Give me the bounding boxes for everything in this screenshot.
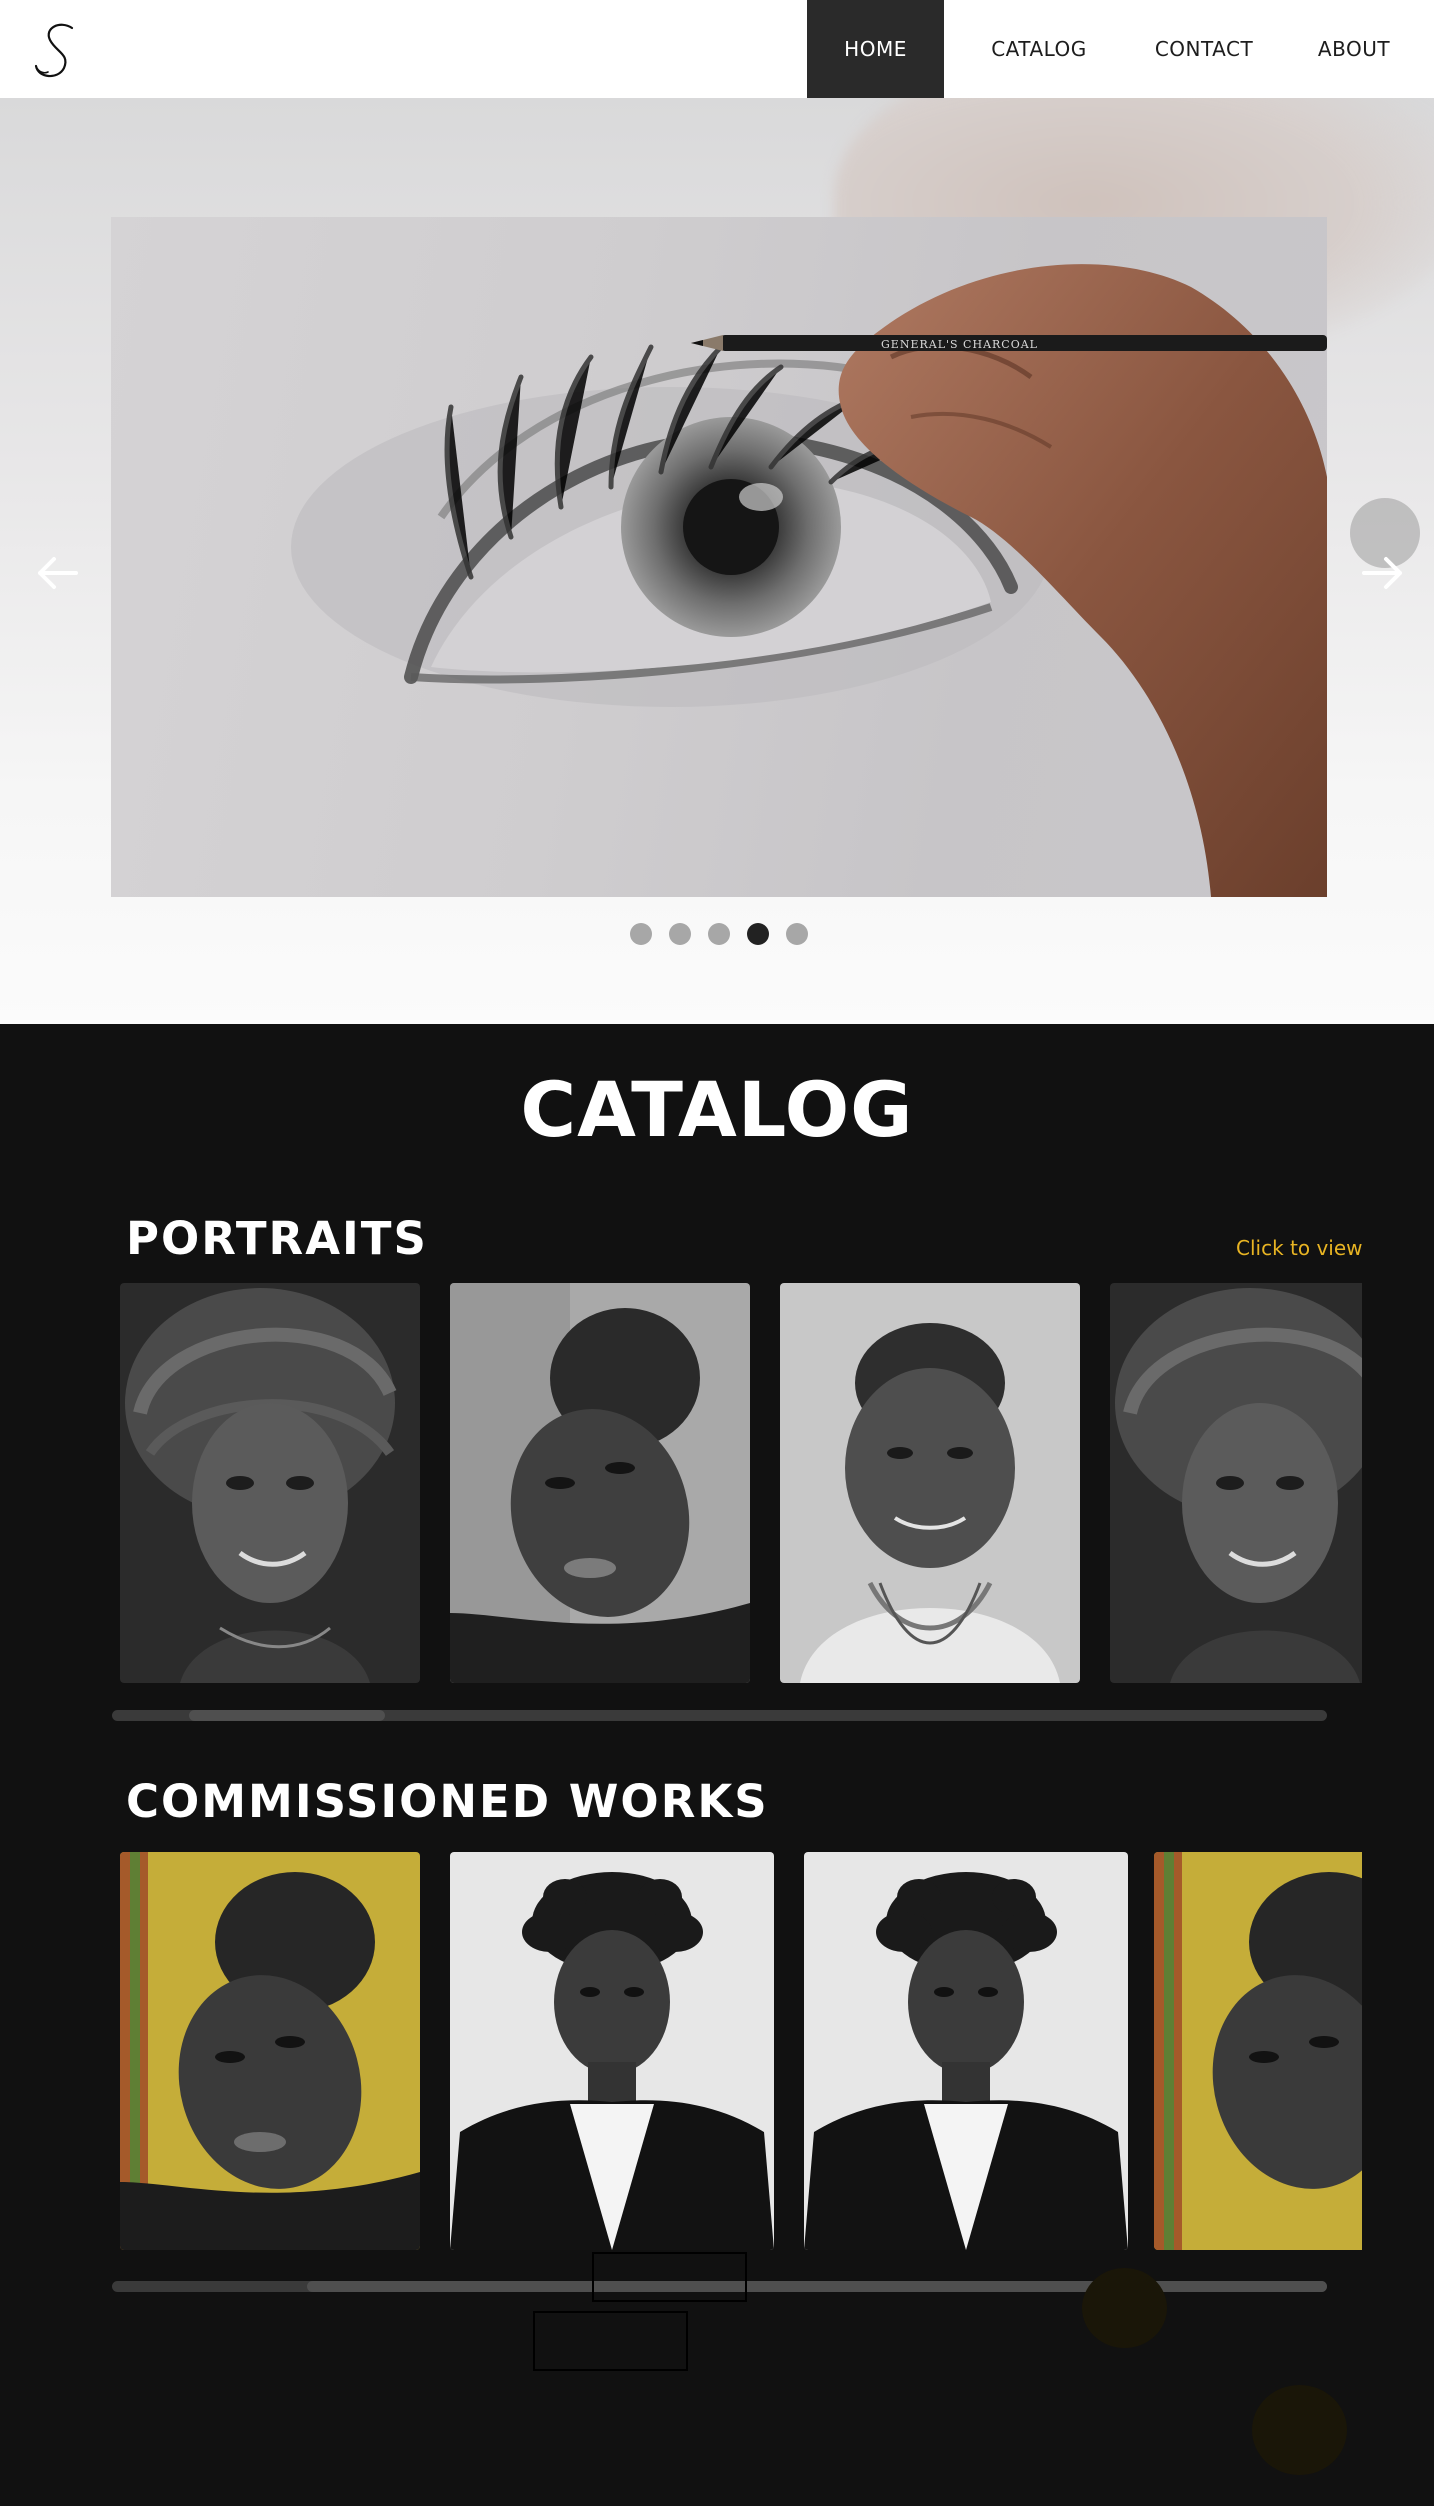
carousel-next-button[interactable] (1348, 498, 1420, 608)
eye-drawing-illustration: GENERAL'S CHARCOAL (291, 264, 1327, 897)
carousel-dot-3[interactable] (708, 923, 730, 945)
pencil-brand-text: GENERAL'S CHARCOAL (881, 338, 1038, 351)
commission-card[interactable] (120, 1852, 420, 2250)
portraits-scrollbar[interactable] (112, 1710, 1327, 1721)
portrait-updo-woman-image (450, 1283, 750, 1683)
carousel-pagination (630, 923, 808, 945)
commission-man-dreadlocks-image (804, 1852, 1128, 2250)
nav-home[interactable]: HOME (807, 0, 944, 98)
portraits-gallery (120, 1283, 1362, 1683)
portrait-card[interactable] (120, 1283, 420, 1683)
commission-color-woman-image (120, 1852, 420, 2250)
portrait-card[interactable] (780, 1283, 1080, 1683)
portrait-headwrap-woman-image (1110, 1283, 1362, 1683)
decorative-outline-box (533, 2311, 688, 2371)
carousel-dot-5[interactable] (786, 923, 808, 945)
portrait-card[interactable] (450, 1283, 750, 1683)
site-header: HOME CATALOG CONTACT ABOUT (0, 0, 1434, 98)
carousel-dot-4[interactable] (747, 923, 769, 945)
decorative-outline-box (592, 2252, 747, 2302)
hero-slide-image: GENERAL'S CHARCOAL (111, 217, 1327, 897)
hero-carousel: GENERAL'S CHARCOAL (0, 98, 1434, 1024)
decorative-blob (1252, 2385, 1347, 2475)
click-to-view-link[interactable]: Click to view (1236, 1236, 1363, 1260)
portrait-card[interactable] (1110, 1283, 1362, 1683)
commissioned-works-heading: COMMISSIONED WORKS (126, 1775, 769, 1828)
carousel-dot-2[interactable] (669, 923, 691, 945)
portraits-heading: PORTRAITS (126, 1212, 428, 1265)
commission-man-dreadlocks-image (450, 1852, 774, 2250)
commissioned-gallery (120, 1852, 1362, 2250)
arrow-right-icon (1362, 557, 1402, 589)
nav-catalog[interactable]: CATALOG (944, 0, 1134, 98)
decorative-blob (1082, 2268, 1167, 2348)
catalog-heading: CATALOG (520, 1065, 914, 1154)
main-nav: HOME CATALOG CONTACT ABOUT (807, 0, 1434, 98)
carousel-dot-1[interactable] (630, 923, 652, 945)
script-s-logo-icon[interactable] (30, 22, 84, 80)
nav-about[interactable]: ABOUT (1274, 0, 1434, 98)
portraits-scroll-thumb[interactable] (189, 1710, 385, 1721)
portrait-elder-woman-image (780, 1283, 1080, 1683)
commission-card[interactable] (804, 1852, 1128, 2250)
commission-color-woman-image (1154, 1852, 1362, 2250)
commissioned-scroll-thumb[interactable] (307, 2281, 1327, 2292)
portrait-headwrap-woman-image (120, 1283, 420, 1683)
carousel-prev-button[interactable] (22, 538, 92, 608)
nav-contact[interactable]: CONTACT (1134, 0, 1274, 98)
commission-card[interactable] (450, 1852, 774, 2250)
commission-card[interactable] (1154, 1852, 1362, 2250)
arrow-left-icon (38, 557, 78, 589)
